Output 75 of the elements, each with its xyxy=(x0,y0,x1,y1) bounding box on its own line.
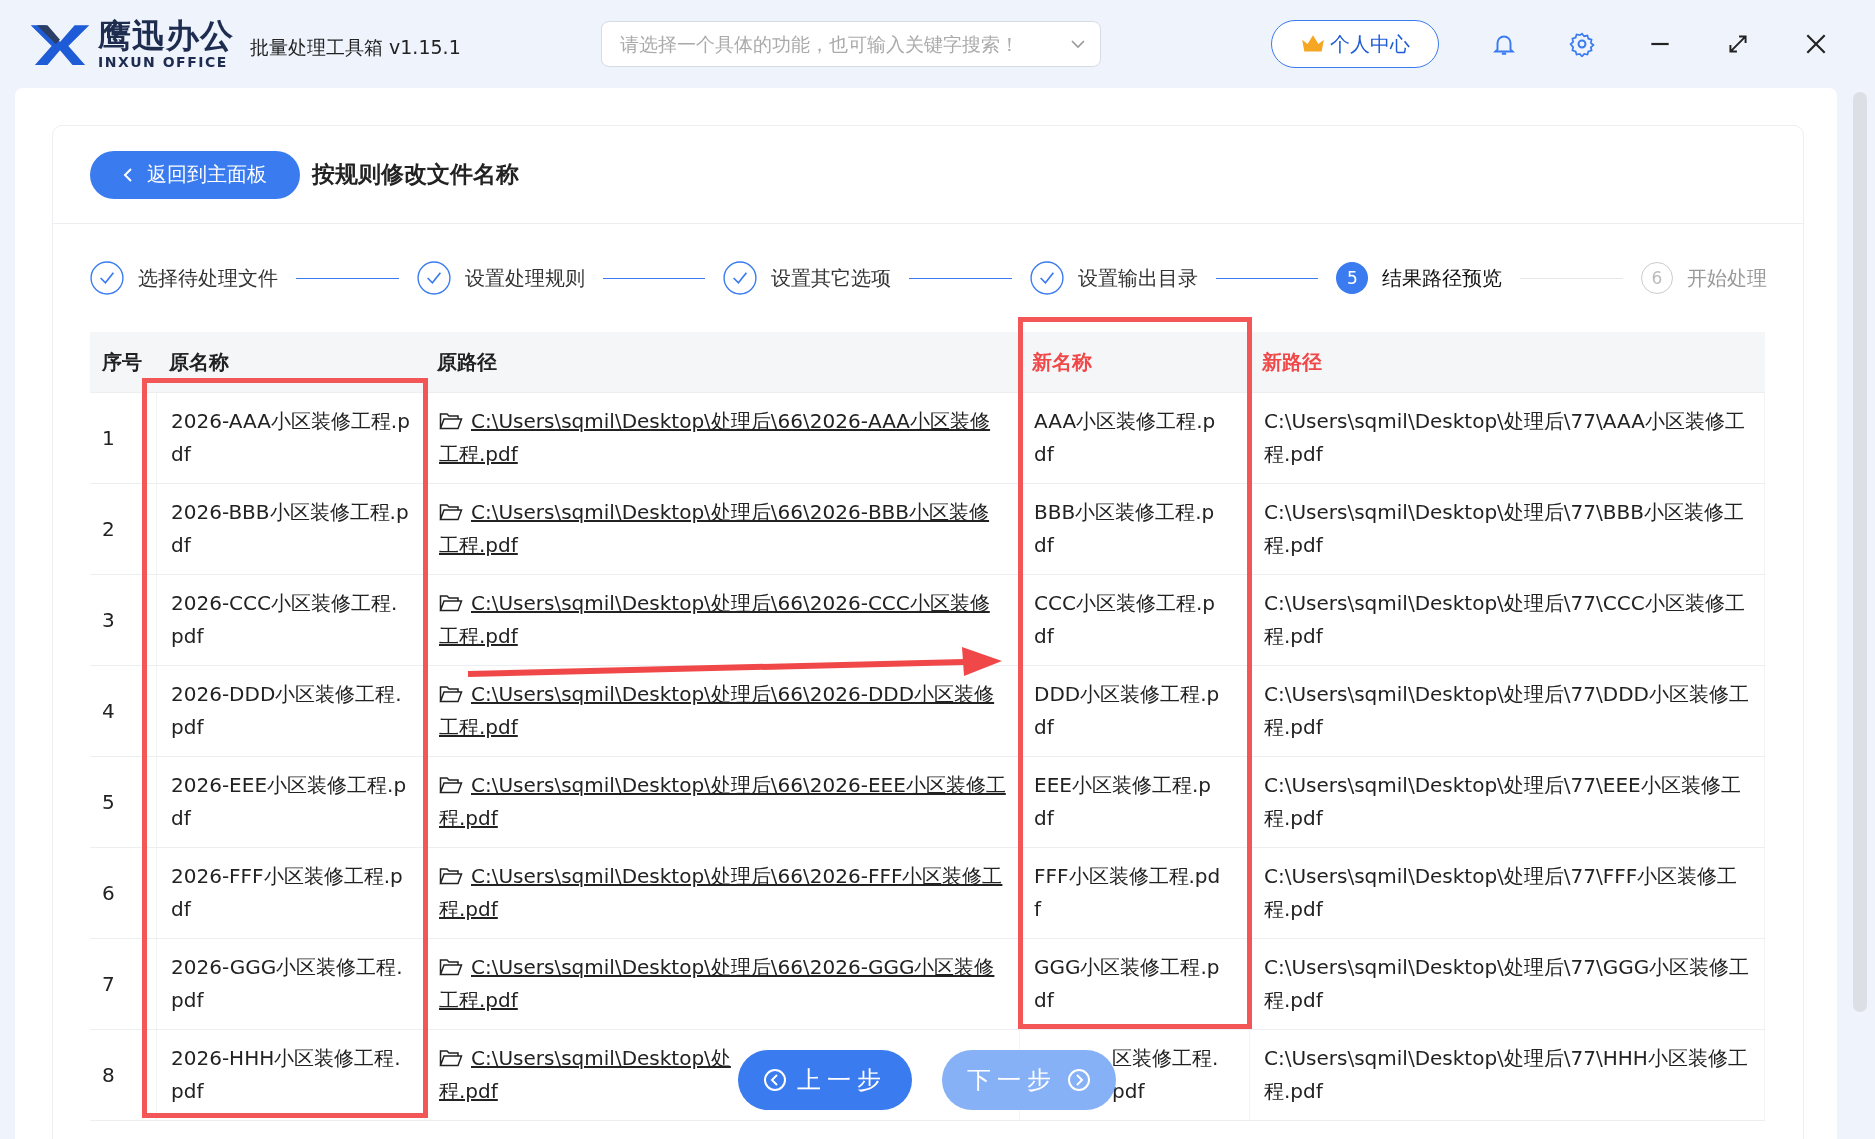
chevron-left-icon xyxy=(123,166,133,183)
table-cell: CCC小区装修工程.pdf xyxy=(1020,575,1250,665)
table-cell: C:\Users\sqmil\Desktop\处理后\77\FFF小区装修工程.pdf xyxy=(1250,848,1765,938)
path-link[interactable]: C:\Users\sqmil\Desktop\处理后\66\2026-FFF小区装修工程.pdf xyxy=(439,860,1009,926)
step-number: 5 xyxy=(1336,262,1369,294)
table-cell: C:\Users\sqmil\Desktop\处理后\77\HHH小区装修工程.pdf xyxy=(1250,1030,1765,1120)
step-label: 设置处理规则 xyxy=(464,264,585,292)
table-cell: 2026-EEE小区装修工程.pdf xyxy=(157,757,425,847)
table-cell: 2026-CCC小区装修工程.pdf xyxy=(157,575,425,665)
step-label: 结果路径预览 xyxy=(1382,264,1503,292)
table-cell: 2026-GGG小区装修工程.pdf xyxy=(157,939,425,1029)
table-cell: AAA小区装修工程.pdf xyxy=(1020,393,1250,483)
folder-icon xyxy=(439,776,463,794)
path-link[interactable]: C:\Users\sqmil\Desktop\处 xyxy=(471,1042,731,1075)
table-cell: 4 xyxy=(90,666,157,756)
path-link[interactable]: C:\Users\sqmil\Desktop\处理后\66\2026-GGG小区装修工程.pdf xyxy=(439,951,1009,1017)
table-cell: 3 xyxy=(90,575,157,665)
table-cell: 6 xyxy=(90,848,157,938)
chevron-icon xyxy=(1069,39,1086,49)
path-link[interactable]: 程.pdf xyxy=(439,1075,498,1108)
folder-icon xyxy=(439,1049,463,1067)
scrollbar[interactable] xyxy=(1853,92,1867,1012)
table-cell: C:\Users\sqmil\Desktop\处理后\77\GGG小区装修工程.pdf xyxy=(1250,939,1765,1029)
circle-right-icon xyxy=(1067,1068,1091,1092)
search-field[interactable]: 请选择一个具体的功能，也可输入关键字搜索！ xyxy=(600,21,1101,67)
step-label: 设置其它选项 xyxy=(771,264,892,292)
table-cell: FFF小区装修工程.pdf xyxy=(1020,848,1250,938)
table-cell: 5 xyxy=(90,757,157,847)
back-button[interactable]: 返回到主面板 xyxy=(90,150,300,199)
table-cell: DDD小区装修工程.pdf xyxy=(1020,666,1250,756)
table-cell: C:\Users\sqmil\Desktop\处理后\77\AAA小区装修工程.pdf xyxy=(1250,393,1765,483)
path-link[interactable]: C:\Users\sqmil\Desktop\处理后\66\2026-EEE小区装修工程.pdf xyxy=(439,769,1009,835)
column-header: 原路径 xyxy=(436,348,498,376)
table-cell: 7 xyxy=(90,939,157,1029)
step-label: 设置输出目录 xyxy=(1077,264,1198,292)
table-cell: 2026-FFF小区装修工程.pdf xyxy=(157,848,425,938)
table-cell: 1 xyxy=(90,393,157,483)
table-cell: GGG小区装修工程.pdf xyxy=(1020,939,1250,1029)
crown-icon xyxy=(1299,33,1326,55)
table-cell: 2026-BBB小区装修工程.pdf xyxy=(157,484,425,574)
table-cell: C:\Users\sqmil\Desktop\处理后\77\DDD小区装修工程.pdf xyxy=(1250,666,1765,756)
table-cell: 2026-DDD小区装修工程.pdf xyxy=(157,666,425,756)
folder-icon xyxy=(439,685,463,703)
logo-text: 鹰迅办公 xyxy=(98,19,234,52)
path-link[interactable]: C:\Users\sqmil\Desktop\处理后\66\2026-CCC小区装修工程.pdf xyxy=(439,587,1009,653)
path-link[interactable]: C:\Users\sqmil\Desktop\处理后\66\2026-DDD小区装修工程.pdf xyxy=(439,678,1009,744)
step-label: 选择待处理文件 xyxy=(138,264,278,292)
logo-subtext: INXUN OFFICE xyxy=(98,55,229,69)
path-link[interactable]: C:\Users\sqmil\Desktop\处理后\66\2026-BBB小区装修工程.pdf xyxy=(439,496,1009,562)
table-cell: 2 xyxy=(90,484,157,574)
folder-icon xyxy=(439,867,463,885)
settings-icon[interactable] xyxy=(1568,31,1595,57)
page-title: 按规则修改文件名称 xyxy=(312,160,519,189)
folder-icon xyxy=(439,958,463,976)
folder-icon xyxy=(439,412,463,430)
app-title: 批量处理工具箱 v1.15.1 xyxy=(250,35,461,60)
step-label: 开始处理 xyxy=(1686,264,1767,292)
circle-left-icon xyxy=(763,1068,787,1092)
column-header: 新名称 xyxy=(1031,348,1093,376)
table-cell: EEE小区装修工程.pdf xyxy=(1020,757,1250,847)
folder-icon xyxy=(439,594,463,612)
table-cell: 8 xyxy=(90,1030,157,1120)
folder-icon xyxy=(439,503,463,521)
column-header: 原名称 xyxy=(168,348,230,376)
table-cell: C:\Users\sqmil\Desktop\处理后\77\CCC小区装修工程.pdf xyxy=(1250,575,1765,665)
table-cell: 2026-AAA小区装修工程.pdf xyxy=(157,393,425,483)
previous-button[interactable]: 上一步 xyxy=(738,1050,912,1110)
column-header: 序号 xyxy=(101,348,143,376)
table-cell: C:\Users\sqmil\Desktop\处理后\77\EEE小区装修工程.pdf xyxy=(1250,757,1765,847)
path-link[interactable]: C:\Users\sqmil\Desktop\处理后\66\2026-AAA小区装修工程.pdf xyxy=(439,405,1009,471)
user-center-button[interactable]: 个人中心 xyxy=(1270,20,1439,68)
table-cell: 2026-HHH小区装修工程.pdf xyxy=(157,1030,425,1120)
table-cell: C:\Users\sqmil\Desktop\处理后\77\BBB小区装修工程.pdf xyxy=(1250,484,1765,574)
table-cell: BBB小区装修工程.pdf xyxy=(1020,484,1250,574)
column-header: 新路径 xyxy=(1261,348,1323,376)
